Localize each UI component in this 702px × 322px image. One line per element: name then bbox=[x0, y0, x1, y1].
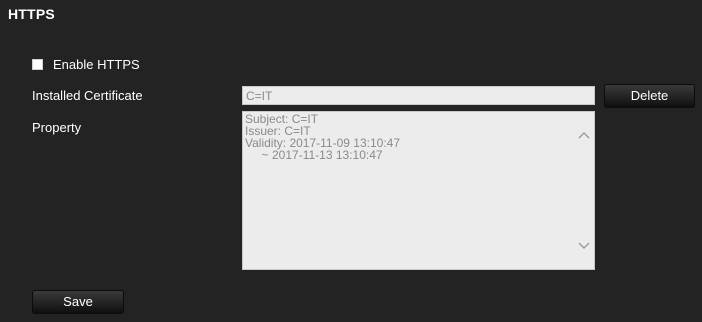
property-label: Property bbox=[32, 120, 82, 135]
enable-https-row[interactable]: Enable HTTPS bbox=[32, 55, 140, 73]
delete-button[interactable]: Delete bbox=[604, 84, 695, 108]
property-textarea[interactable]: Subject: C=IT Issuer: C=IT Validity: 201… bbox=[242, 111, 595, 270]
enable-https-label: Enable HTTPS bbox=[53, 56, 140, 72]
property-line-validity-end: ~ 2017-11-13 13:10:47 bbox=[245, 148, 383, 162]
installed-certificate-label: Installed Certificate bbox=[32, 88, 143, 103]
save-button[interactable]: Save bbox=[32, 290, 124, 314]
page-title: HTTPS bbox=[8, 6, 55, 22]
chevron-up-icon[interactable] bbox=[577, 130, 591, 140]
installed-certificate-field[interactable] bbox=[242, 86, 595, 105]
enable-https-checkbox[interactable] bbox=[32, 58, 43, 70]
chevron-down-icon[interactable] bbox=[577, 241, 591, 251]
https-settings-panel: HTTPS Enable HTTPS Installed Certificate… bbox=[0, 0, 702, 322]
